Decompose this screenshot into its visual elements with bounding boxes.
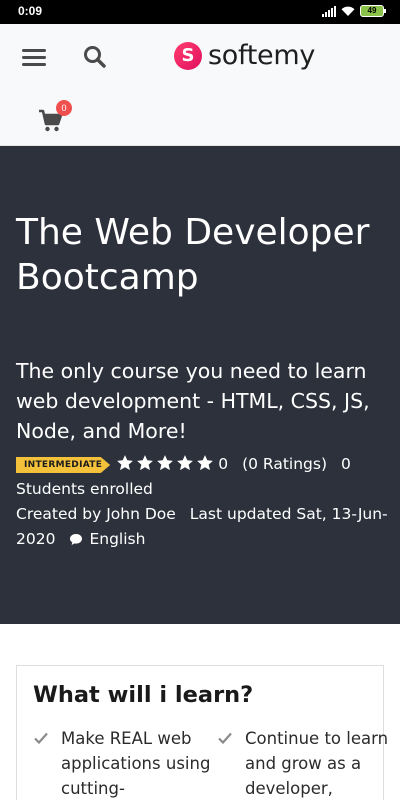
status-icons: 49 (322, 5, 386, 17)
cart-button[interactable]: 0 (38, 100, 74, 134)
course-title: The Web Developer Bootcamp (16, 212, 370, 298)
course-language: English (89, 530, 146, 548)
app-header: S softemy 0 (0, 24, 400, 146)
star-icon (197, 455, 214, 471)
signal-icon (322, 5, 336, 17)
check-icon (218, 732, 232, 744)
rating-value: 0 (218, 455, 229, 473)
star-icon (137, 455, 154, 471)
wifi-icon (341, 6, 355, 16)
status-time: 0:09 (18, 4, 43, 18)
menu-icon (22, 49, 46, 52)
course-subtitle: The only course you need to learn web de… (16, 359, 370, 443)
star-icon (157, 455, 174, 471)
status-bar: 0:09 49 (0, 0, 400, 24)
level-badge: INTERMEDIATE (16, 457, 111, 473)
star-icon (177, 455, 194, 471)
learn-item: Make REAL web applications using cutting… (61, 729, 211, 798)
learn-card: What will i learn? Make REAL web applica… (16, 665, 388, 800)
logo-text: softemy (208, 40, 315, 71)
cart-count-badge: 0 (56, 100, 72, 116)
learn-title: What will i learn? (33, 682, 254, 708)
battery-level: 49 (367, 6, 377, 15)
menu-button[interactable] (20, 46, 48, 68)
course-hero: The Web Developer Bootcamp The only cour… (0, 146, 400, 624)
battery-icon: 49 (360, 5, 386, 17)
course-meta: INTERMEDIATE 0 (0 Ratings) 0 Students enrol… (16, 452, 388, 554)
comment-icon (69, 529, 83, 554)
created-by: Created by John Doe (16, 505, 176, 523)
brand-logo[interactable]: S softemy (174, 40, 315, 71)
star-icon (117, 455, 134, 471)
ratings-count: (0 Ratings) (242, 455, 327, 473)
search-button[interactable] (82, 44, 108, 70)
learn-item: Continue to learn and grow as a develope… (245, 729, 389, 798)
logo-mark: S (174, 41, 202, 70)
check-icon (34, 732, 48, 744)
rating-stars (116, 454, 214, 472)
search-icon (84, 46, 106, 68)
